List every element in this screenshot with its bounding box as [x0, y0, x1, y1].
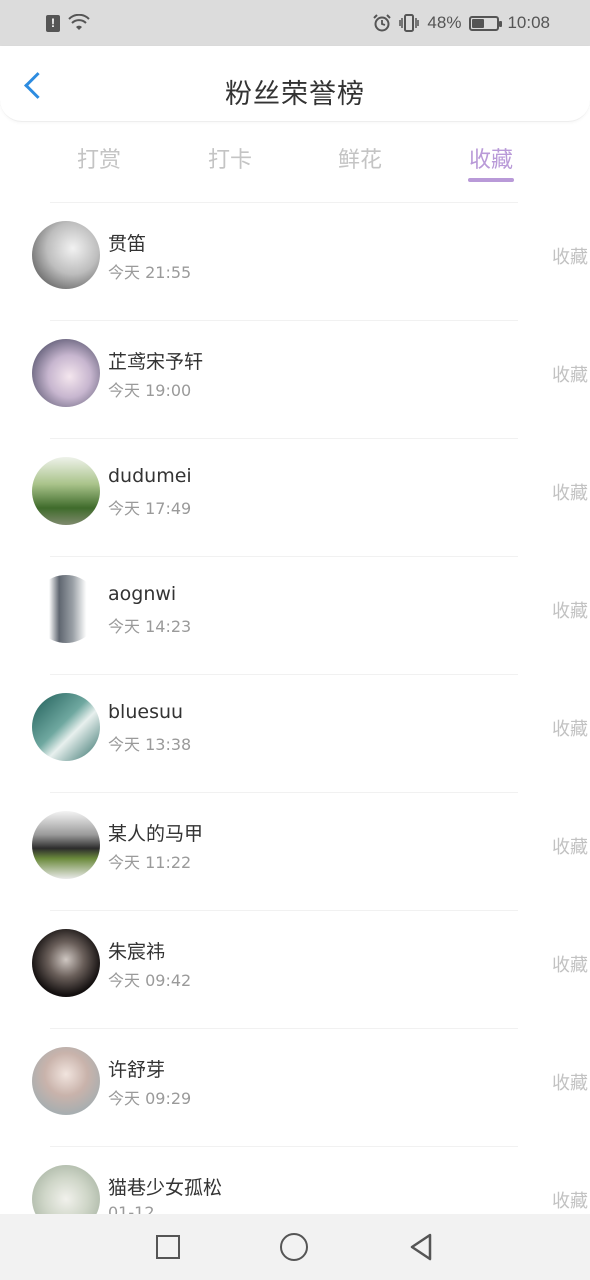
- battery-percent: 48%: [427, 13, 462, 32]
- avatar[interactable]: [32, 457, 100, 525]
- avatar[interactable]: [32, 1047, 100, 1115]
- action-label: 收藏: [552, 837, 588, 858]
- list-item[interactable]: aognwi 今天 14:23 收藏: [32, 556, 588, 674]
- alarm-icon: [373, 14, 392, 32]
- vibrate-icon: [399, 14, 420, 32]
- page-title: 粉丝荣誉榜: [225, 79, 365, 110]
- user-name: 某人的马甲: [108, 823, 204, 845]
- user-name: aognwi: [108, 583, 177, 605]
- tab-label: 打赏: [76, 148, 121, 173]
- wifi-icon: [68, 14, 90, 32]
- user-name: bluesuu: [108, 701, 184, 723]
- user-time: 今天 13:38: [108, 735, 192, 754]
- avatar[interactable]: [32, 575, 100, 643]
- home-icon[interactable]: [280, 1233, 308, 1261]
- avatar[interactable]: [32, 811, 100, 879]
- active-tab-indicator: [468, 178, 514, 182]
- back-icon[interactable]: [408, 1233, 434, 1261]
- tab-label: 收藏: [468, 148, 513, 173]
- status-bar-left: !: [46, 14, 90, 32]
- list-item[interactable]: 某人的马甲 今天 11:22 收藏: [32, 792, 588, 910]
- avatar[interactable]: [32, 693, 100, 761]
- status-bar-right: 48% 10:08: [373, 13, 550, 33]
- action-label: 收藏: [552, 1073, 588, 1094]
- user-time: 今天 19:00: [108, 381, 192, 400]
- list-item[interactable]: 许舒芽 今天 09:29 收藏: [32, 1028, 588, 1146]
- action-label: 收藏: [552, 247, 588, 268]
- user-time: 今天 14:23: [108, 617, 192, 636]
- tab-flowers[interactable]: 鲜花: [337, 142, 383, 174]
- avatar[interactable]: [32, 339, 100, 407]
- action-label: 收藏: [552, 955, 588, 976]
- tab-bar: 打赏 打卡 鲜花 收藏: [0, 130, 590, 190]
- app-header: 粉丝荣誉榜: [0, 46, 590, 122]
- user-name: 许舒芽: [108, 1059, 166, 1081]
- action-label: 收藏: [552, 483, 588, 504]
- tab-checkin[interactable]: 打卡: [207, 142, 253, 174]
- avatar[interactable]: [32, 221, 100, 289]
- tab-label: 鲜花: [337, 148, 382, 173]
- user-time: 今天 11:22: [108, 853, 192, 872]
- user-name: 朱宸祎: [108, 941, 166, 963]
- user-name: dudumei: [108, 465, 192, 487]
- fan-list: 贯笛 今天 21:55 收藏 芷鸢宋予轩 今天 19:00 收藏 dudumei…: [0, 202, 590, 1264]
- action-label: 收藏: [552, 719, 588, 740]
- list-item[interactable]: bluesuu 今天 13:38 收藏: [32, 674, 588, 792]
- user-name: 芷鸢宋予轩: [108, 351, 204, 373]
- user-name: 贯笛: [108, 233, 147, 255]
- recent-apps-icon[interactable]: [156, 1235, 180, 1259]
- list-item[interactable]: 朱宸祎 今天 09:42 收藏: [32, 910, 588, 1028]
- notification-alert-icon: !: [46, 14, 60, 32]
- user-time: 今天 09:42: [108, 971, 192, 990]
- tab-label: 打卡: [207, 148, 252, 173]
- list-item[interactable]: 芷鸢宋予轩 今天 19:00 收藏: [32, 320, 588, 438]
- user-time: 今天 17:49: [108, 499, 192, 518]
- clock: 10:08: [507, 13, 550, 32]
- user-name: 猫巷少女孤松: [108, 1177, 223, 1199]
- tab-reward[interactable]: 打赏: [76, 142, 122, 174]
- action-label: 收藏: [552, 601, 588, 622]
- battery-icon: [469, 15, 503, 31]
- status-bar: ! 48% 10:08: [0, 0, 590, 46]
- user-time: 今天 21:55: [108, 263, 192, 282]
- avatar[interactable]: [32, 929, 100, 997]
- system-nav-bar: [0, 1214, 590, 1280]
- action-label: 收藏: [552, 1191, 588, 1212]
- list-item[interactable]: dudumei 今天 17:49 收藏: [32, 438, 588, 556]
- action-label: 收藏: [552, 365, 588, 386]
- battery-level: [472, 18, 485, 28]
- tab-favorites[interactable]: 收藏: [468, 142, 514, 182]
- user-time: 今天 09:29: [108, 1089, 192, 1108]
- list-item[interactable]: 贯笛 今天 21:55 收藏: [32, 202, 588, 320]
